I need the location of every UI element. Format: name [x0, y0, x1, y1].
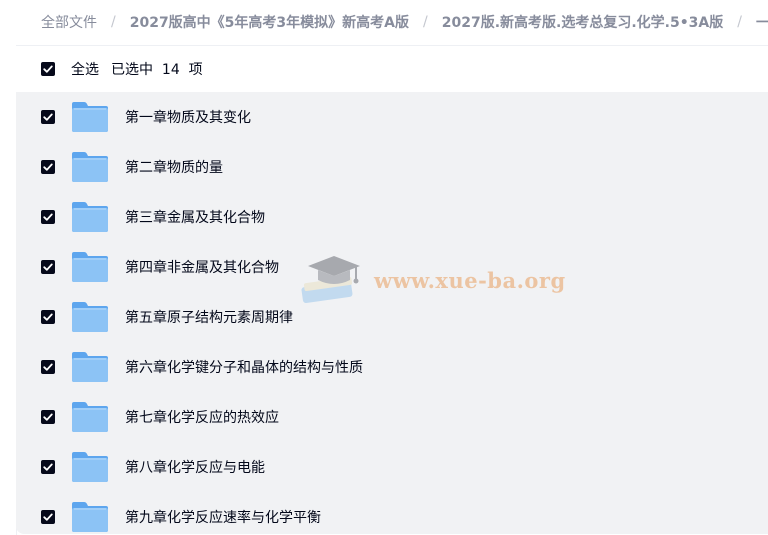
- file-row[interactable]: 第三章金属及其化合物: [16, 192, 768, 242]
- selected-count-text: 已选中 14 项: [111, 59, 203, 79]
- breadcrumb-item-textbook[interactable]: 2027版高中《5年高考3年模拟》新高考A版: [130, 12, 409, 32]
- file-name[interactable]: 第九章化学反应速率与化学平衡: [125, 507, 321, 527]
- file-row[interactable]: 第七章化学反应的热效应: [16, 392, 768, 442]
- file-row[interactable]: 第六章化学键分子和晶体的结构与性质: [16, 342, 768, 392]
- file-name[interactable]: 第四章非金属及其化合物: [125, 257, 279, 277]
- check-icon: [43, 513, 53, 521]
- check-icon: [43, 363, 53, 371]
- check-icon: [43, 213, 53, 221]
- breadcrumb-item-chemistry[interactable]: 2027版.新高考版.选考总复习.化学.5•3A版: [442, 12, 724, 32]
- select-all-bar: 全选 已选中 14 项: [16, 46, 768, 92]
- breadcrumb: 全部文件 / 2027版高中《5年高考3年模拟》新高考A版 / 2027版.新高…: [0, 0, 768, 44]
- selected-unit: 项: [188, 62, 203, 78]
- selected-text: 已选中: [111, 62, 153, 78]
- check-icon: [43, 163, 53, 171]
- file-checkbox[interactable]: [41, 210, 55, 224]
- file-name[interactable]: 第一章物质及其变化: [125, 107, 251, 127]
- file-row[interactable]: 第九章化学反应速率与化学平衡: [16, 492, 768, 534]
- file-name[interactable]: 第七章化学反应的热效应: [125, 407, 279, 427]
- file-checkbox[interactable]: [41, 460, 55, 474]
- folder-icon: [72, 452, 108, 482]
- file-checkbox[interactable]: [41, 360, 55, 374]
- file-row[interactable]: 第五章原子结构元素周期律: [16, 292, 768, 342]
- breadcrumb-separator: /: [111, 14, 116, 30]
- file-name[interactable]: 第六章化学键分子和晶体的结构与性质: [125, 357, 363, 377]
- file-checkbox[interactable]: [41, 310, 55, 324]
- file-list: 第一章物质及其变化 第二章物质的量第三章金属及其化合物 第四章非金属及其化合物 第五章…: [16, 92, 768, 534]
- check-icon: [43, 113, 53, 121]
- file-row[interactable]: 第二章物质的量: [16, 142, 768, 192]
- check-icon: [43, 65, 53, 73]
- check-icon: [43, 313, 53, 321]
- file-name[interactable]: 第二章物质的量: [125, 157, 223, 177]
- breadcrumb-item-current[interactable]: 一: [756, 12, 768, 32]
- check-icon: [43, 413, 53, 421]
- folder-icon: [72, 502, 108, 532]
- breadcrumb-separator: /: [423, 14, 428, 30]
- file-checkbox[interactable]: [41, 510, 55, 524]
- folder-icon: [72, 252, 108, 282]
- breadcrumb-separator: /: [737, 14, 742, 30]
- check-icon: [43, 463, 53, 471]
- file-name[interactable]: 第五章原子结构元素周期律: [125, 307, 293, 327]
- select-all-label: 全选: [71, 62, 99, 78]
- file-row[interactable]: 第八章化学反应与电能: [16, 442, 768, 492]
- breadcrumb-item-all-files[interactable]: 全部文件: [41, 12, 97, 32]
- file-checkbox[interactable]: [41, 410, 55, 424]
- file-checkbox[interactable]: [41, 110, 55, 124]
- folder-icon: [72, 102, 108, 132]
- folder-icon: [72, 402, 108, 432]
- folder-icon: [72, 302, 108, 332]
- select-all-checkbox[interactable]: [41, 62, 55, 76]
- file-checkbox[interactable]: [41, 160, 55, 174]
- file-row[interactable]: 第一章物质及其变化: [16, 92, 768, 142]
- folder-icon: [72, 202, 108, 232]
- file-checkbox[interactable]: [41, 260, 55, 274]
- check-icon: [43, 263, 53, 271]
- folder-icon: [72, 152, 108, 182]
- folder-icon: [72, 352, 108, 382]
- file-name[interactable]: 第八章化学反应与电能: [125, 457, 265, 477]
- selected-count: 14: [161, 62, 180, 78]
- file-row[interactable]: 第四章非金属及其化合物: [16, 242, 768, 292]
- file-name[interactable]: 第三章金属及其化合物: [125, 207, 265, 227]
